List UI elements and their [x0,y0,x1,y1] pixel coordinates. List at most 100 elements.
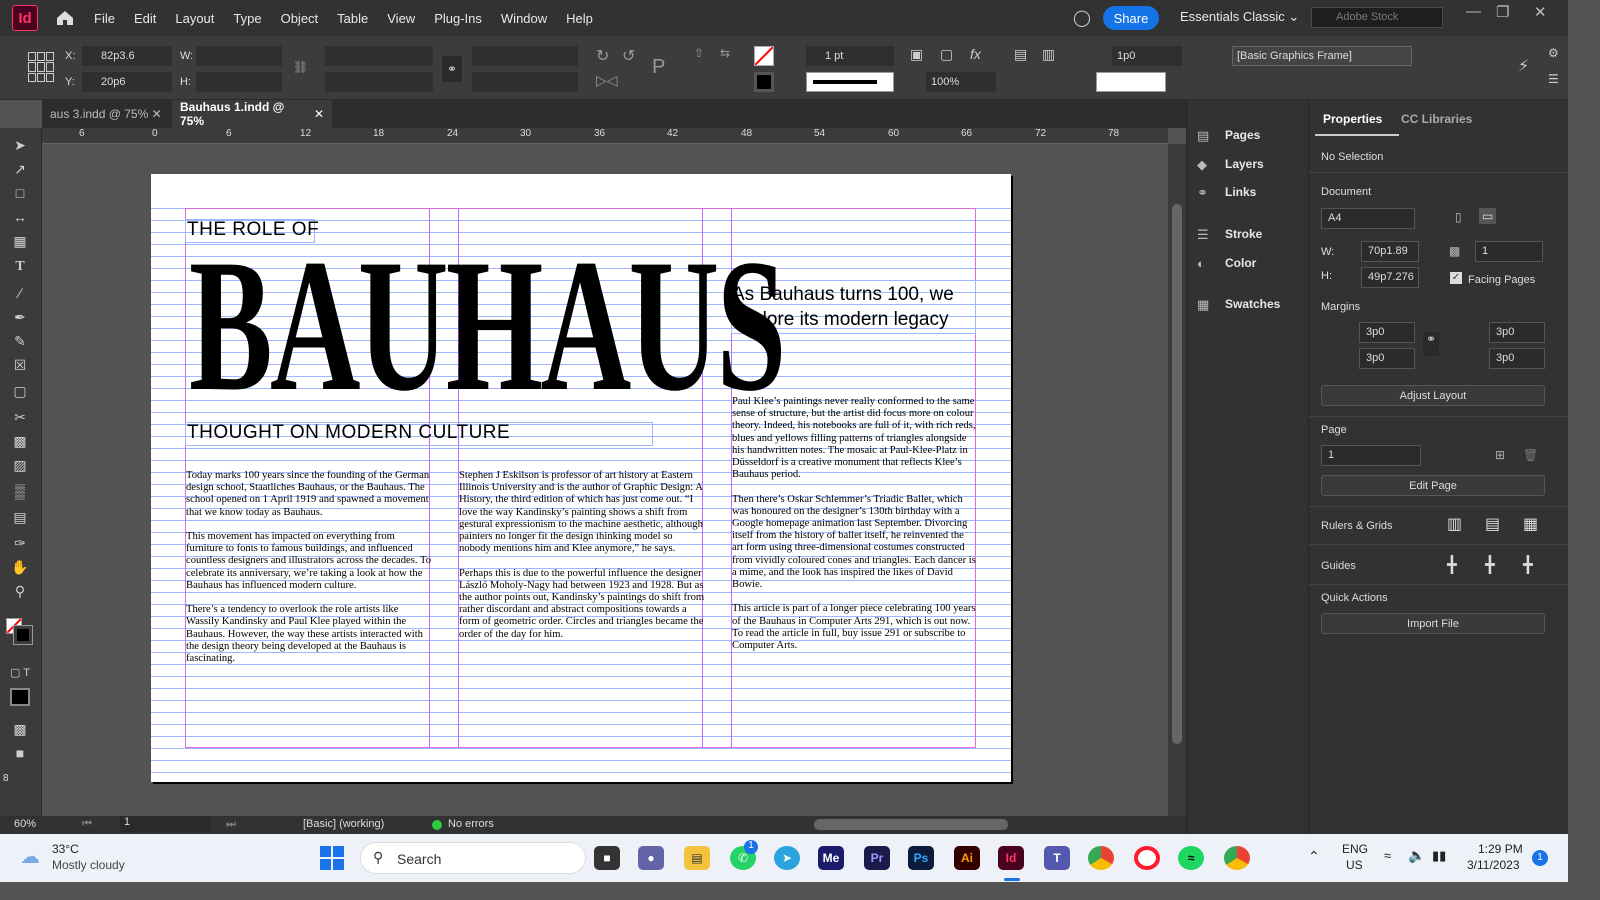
reference-point-icon[interactable] [28,52,54,82]
zoom-tool-icon[interactable]: ⚲ [10,582,30,600]
margin-link-icon[interactable]: ⚭ [1423,332,1439,356]
facing-pages-checkbox[interactable]: ✓ [1450,272,1462,284]
file-explorer-icon[interactable]: ▤ [684,846,710,870]
fit-content-icon[interactable]: ▢ [940,46,953,63]
horizontal-ruler[interactable]: 6 0 6 12 18 24 30 36 42 48 54 60 66 72 7… [42,128,1168,144]
first-page-icon[interactable]: ⏮ [82,818,92,831]
flip-h-icon[interactable]: ▷◁ [596,72,618,89]
premiere-icon[interactable]: Pr [864,846,890,870]
zoom-level[interactable]: 60% [14,818,36,830]
lightning-icon[interactable]: ⚡ [1518,56,1529,76]
panel-color[interactable]: ◐ Color [1197,253,1307,273]
photoshop-icon[interactable]: Ps [908,846,934,870]
h-field[interactable] [196,72,282,92]
vertical-scrollbar[interactable] [1168,144,1186,816]
panel-links[interactable]: ⚭ Links [1197,182,1307,202]
pencil-tool-icon[interactable]: ✎ [10,332,30,350]
windows-start-icon[interactable] [320,846,344,870]
adjust-layout-button[interactable]: Adjust Layout [1321,385,1545,406]
tab-cc-libraries[interactable]: CC Libraries [1401,112,1472,126]
rotate-field[interactable] [472,46,578,66]
scale-x-field[interactable] [325,46,433,66]
menu-window[interactable]: Window [501,11,547,26]
doc-width-field[interactable]: 70p1.89 [1361,241,1419,262]
hand-tool-icon[interactable]: ✋ [10,558,30,576]
gradient-tool-icon[interactable]: ▨ [10,456,30,474]
text-wrap2-icon[interactable]: ▥ [1042,46,1055,63]
margin-left-field[interactable]: 3p0 [1489,322,1545,343]
settings-gear-icon[interactable]: ⚙ [1548,46,1559,60]
teams-icon[interactable]: T [1044,846,1070,870]
fit-frame-icon[interactable]: ▣ [910,46,923,63]
stroke-type-select[interactable] [806,72,894,92]
edit-page-button[interactable]: Edit Page [1321,475,1545,496]
view-mode-icon[interactable]: ▩ [10,720,30,738]
volume-icon[interactable]: 🔈 [1408,847,1425,864]
tab-properties[interactable]: Properties [1323,112,1382,126]
chrome-profile-icon[interactable] [1224,846,1250,870]
rectangle-frame-tool-icon[interactable]: ☒ [10,356,30,374]
page-tool-icon[interactable]: □ [10,184,30,202]
rotate-ccw-icon[interactable]: ↺ [622,46,635,66]
panel-menu-icon[interactable]: ☰ [1548,72,1559,86]
menu-view[interactable]: View [387,11,415,26]
panel-layers[interactable]: ◆ Layers [1197,154,1307,174]
lock-guides-icon[interactable]: ╋ [1485,555,1495,575]
guides-icon[interactable]: ╋ [1447,555,1457,575]
battery-icon[interactable]: ▮▮ [1432,848,1446,864]
fx-icon[interactable]: fx [970,46,981,62]
doc-height-field[interactable]: 49p7.276 [1361,267,1419,288]
panel-pages[interactable]: ▤ Pages [1197,125,1307,145]
margin-right-field[interactable]: 3p0 [1489,348,1545,369]
eyedropper-tool-icon[interactable]: ✑ [10,534,30,552]
free-transform-tool-icon[interactable]: ▩ [10,432,30,450]
margin-top-field[interactable]: 3p0 [1359,322,1415,343]
delete-page-icon[interactable]: 🗑 [1523,448,1538,462]
horizontal-scroll-thumb[interactable] [814,819,1008,830]
tab-bauhaus-1[interactable]: Bauhaus 1.indd @ 75% ✕ [172,100,332,128]
line-tool-icon[interactable]: ∕ [10,284,30,302]
frame-preview[interactable] [1096,72,1166,92]
content-collector-icon[interactable]: ▦ [10,232,30,250]
document-grid-icon[interactable]: ▦ [1523,514,1538,534]
pen-tool-icon[interactable]: ✒ [10,308,30,326]
body-column-1[interactable]: Today marks 100 years since the founding… [186,470,431,677]
clock-time[interactable]: 1:29 PM [1478,842,1523,856]
rotate-cw-icon[interactable]: ↻ [596,46,609,66]
menu-table[interactable]: Table [337,11,368,26]
weather-icon[interactable]: ☁ [20,844,40,869]
stroke-color-icon[interactable] [13,625,33,645]
notification-badge[interactable]: 1 [1532,850,1548,866]
workspace-switcher[interactable]: Essentials Classic ⌄ [1180,9,1299,25]
note-tool-icon[interactable]: ▤ [10,508,30,526]
baseline-grid-icon[interactable]: ▤ [1485,514,1500,534]
home-icon[interactable] [54,7,76,29]
portrait-icon[interactable]: ▯ [1455,210,1462,224]
stroke-weight-field[interactable]: 1 pt [806,46,894,66]
smart-guides-icon[interactable]: ╋ [1523,555,1533,575]
formatting-affects-icon[interactable]: ▢ T [10,664,30,682]
object-style-select[interactable]: [Basic Graphics Frame] [1232,46,1412,66]
tab-bauhaus-3[interactable]: aus 3.indd @ 75% ✕ [42,100,170,128]
opacity-field[interactable]: 100% [926,72,996,92]
menu-layout[interactable]: Layout [175,11,214,26]
pages-count-field[interactable]: 1 [1475,241,1543,262]
scroll-thumb[interactable] [1172,204,1182,744]
selection-tool-icon[interactable]: ➤ [10,136,30,154]
menu-file[interactable]: File [94,11,115,26]
panel-stroke[interactable]: ☰ Stroke [1197,224,1307,244]
indesign-taskbar-icon[interactable]: Id [998,846,1024,870]
opera-icon[interactable] [1134,846,1160,870]
scale-y-field[interactable] [325,72,433,92]
direct-selection-tool-icon[interactable]: ↗ [10,160,30,178]
media-encoder-icon[interactable]: Me [818,846,844,870]
gap-tool-icon[interactable]: ↔ [10,208,30,226]
telegram-icon[interactable]: ➤ [774,846,800,870]
menu-edit[interactable]: Edit [134,11,156,26]
shear-field[interactable] [472,72,578,92]
page-field[interactable]: 1 [120,816,210,832]
chevron-up-icon[interactable]: ⌃ [1308,848,1320,865]
panel-swatches[interactable]: ▦ Swatches [1197,294,1307,314]
y-field[interactable]: 20p6 [82,72,172,92]
close-icon[interactable]: ✕ [314,107,324,121]
